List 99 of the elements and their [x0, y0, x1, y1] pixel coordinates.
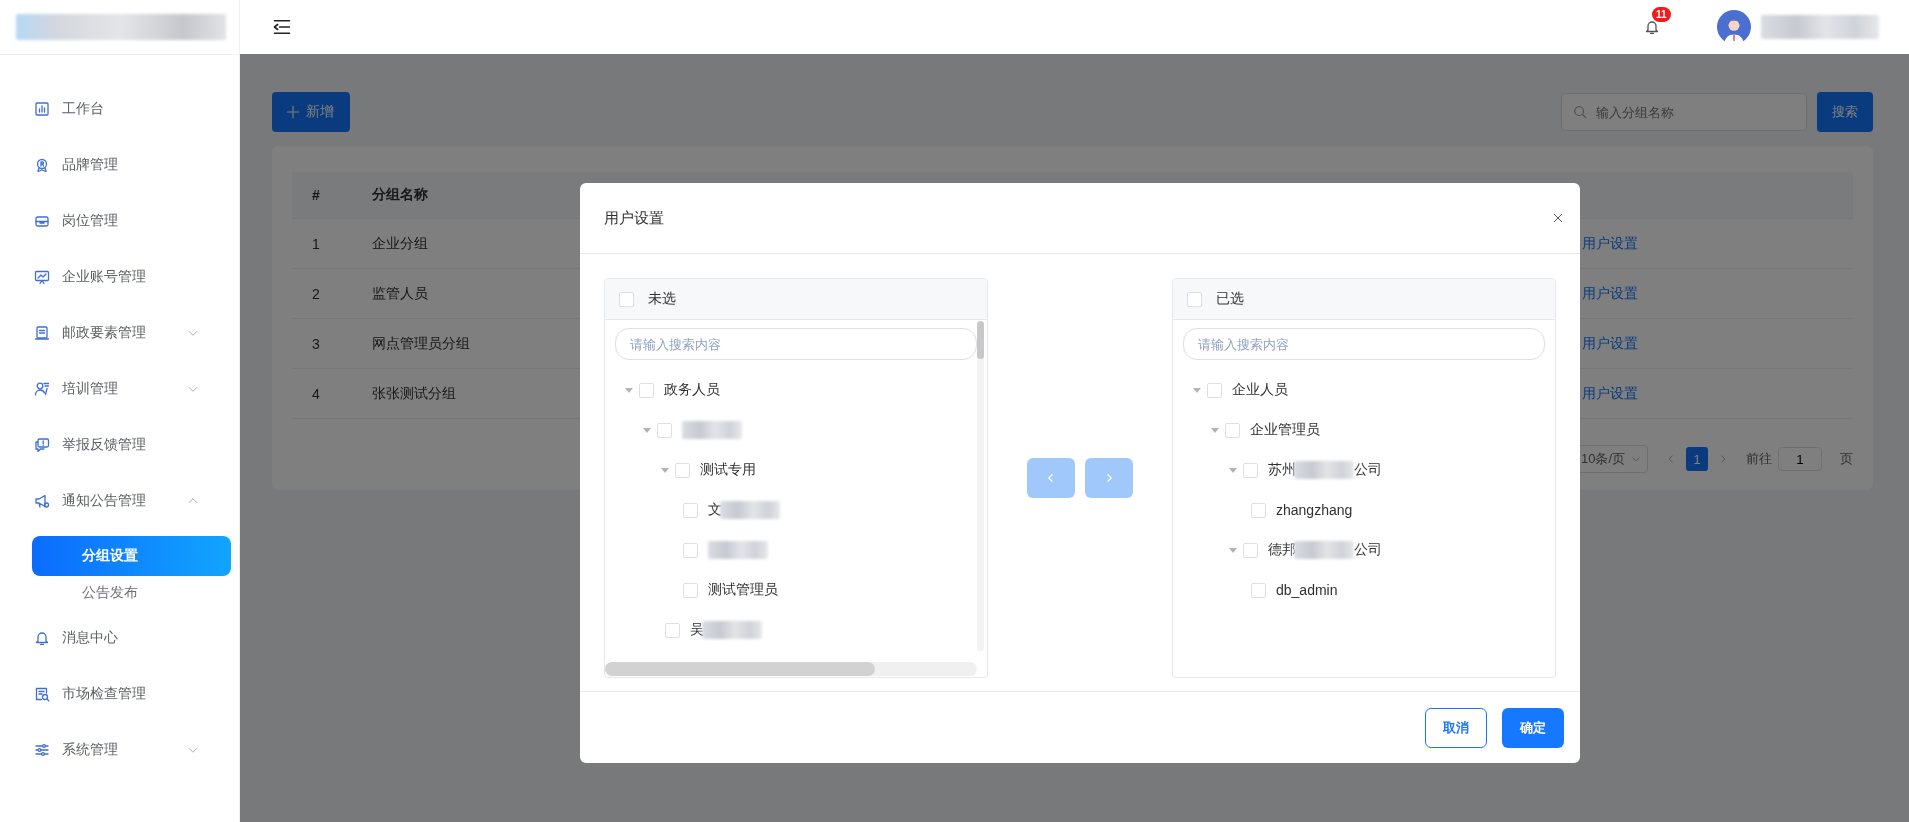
menu-item[interactable]: 消息中心	[0, 610, 239, 666]
add-button[interactable]: 新增	[272, 92, 350, 132]
table-cell: 1	[312, 235, 320, 252]
menu-item[interactable]: 岗位管理	[0, 193, 239, 249]
search-field[interactable]: 输入分组名称	[1561, 93, 1807, 131]
checkbox[interactable]	[683, 542, 698, 558]
tree-label: 吴	[690, 621, 704, 639]
search-input[interactable]: 请输入搜索内容	[1183, 328, 1545, 360]
panel-title: 未选	[648, 290, 676, 308]
table-cell: 网点管理员分组	[372, 334, 470, 351]
submenu-item[interactable]: 分组设置	[32, 536, 231, 576]
user-settings-link[interactable]: 用户设置	[1582, 334, 1638, 351]
bell-icon	[34, 630, 50, 646]
column-header: #	[311, 187, 321, 203]
table-cell: 企业分组	[372, 234, 428, 251]
table-cell: 张张测试分组	[372, 384, 456, 401]
tree-label: 文	[708, 501, 722, 519]
menu-item[interactable]: 企业账号管理	[0, 249, 239, 305]
checkbox[interactable]	[683, 502, 698, 518]
table-cell: 2	[312, 285, 320, 302]
tree-label: 公司	[1354, 461, 1382, 479]
previous-page-icon	[1666, 454, 1676, 464]
caret-icon[interactable]	[1229, 547, 1237, 553]
dialog-title: 用户设置	[604, 208, 664, 228]
table-cell: 3	[312, 335, 320, 352]
page-button[interactable]: 1	[1686, 447, 1708, 471]
table-cell: 监管人员	[372, 284, 428, 301]
person-list-icon	[34, 381, 50, 397]
search-input[interactable]: 请输入搜索内容	[615, 328, 977, 360]
menu-item[interactable]: 品牌管理	[0, 137, 239, 193]
goto-label: 前往	[1746, 450, 1772, 468]
confirm-button[interactable]: 确定	[1502, 707, 1564, 748]
chat-alert-icon	[34, 437, 50, 453]
checkbox[interactable]	[657, 422, 672, 438]
menu-item[interactable]: 培训管理	[0, 361, 239, 417]
close-icon[interactable]	[1552, 212, 1564, 224]
collapse-menu-icon	[272, 17, 292, 37]
tree-label: 德邦	[1268, 541, 1296, 559]
caret-icon[interactable]	[661, 467, 669, 473]
tree-label: 公司	[1354, 541, 1382, 559]
user-settings-link[interactable]: 用户设置	[1582, 284, 1638, 301]
checkbox[interactable]	[1243, 542, 1258, 558]
caret-icon[interactable]	[643, 427, 651, 433]
checkbox[interactable]	[1187, 291, 1202, 307]
plus-icon	[286, 105, 300, 119]
document-icon	[34, 325, 50, 341]
checkbox[interactable]	[639, 382, 654, 398]
search-icon	[1573, 105, 1587, 119]
megaphone-icon	[34, 493, 50, 509]
menu-item[interactable]: 邮政要素管理	[0, 305, 239, 361]
caret-icon[interactable]	[625, 387, 633, 393]
checkbox[interactable]	[675, 462, 690, 478]
bar-chart-icon	[34, 101, 50, 117]
tree-label: 测试专用	[700, 461, 756, 479]
caret-icon[interactable]	[1193, 387, 1201, 393]
checkbox[interactable]	[1251, 502, 1266, 518]
vertical-scrollbar[interactable]	[977, 321, 984, 651]
sliders-icon	[34, 742, 50, 758]
submenu-item[interactable]: 公告发布	[32, 576, 231, 610]
menu-item[interactable]: 市场检查管理	[0, 666, 239, 722]
column-header: 分组名称	[371, 186, 429, 204]
user-settings-link[interactable]: 用户设置	[1582, 234, 1638, 251]
panel-title: 已选	[1216, 290, 1244, 308]
drawer-icon	[34, 213, 50, 229]
monitor-chart-icon	[34, 269, 50, 285]
tree-label: db_admin	[1276, 582, 1338, 598]
checkbox[interactable]	[1251, 582, 1266, 598]
caret-icon[interactable]	[1211, 427, 1219, 433]
checkbox[interactable]	[1207, 382, 1222, 398]
search-button[interactable]: 搜索	[1817, 92, 1873, 132]
tree-label: 测试管理员	[708, 581, 778, 599]
next-page-icon	[1718, 454, 1728, 464]
tree-label: 苏州	[1268, 461, 1296, 479]
tree-label: zhangzhang	[1276, 502, 1353, 518]
notification-badge: 11	[1652, 7, 1671, 22]
checkbox[interactable]	[665, 622, 680, 638]
checkbox[interactable]	[1225, 422, 1240, 438]
menu-item[interactable]: 系统管理	[0, 722, 239, 778]
avatar-icon	[1717, 10, 1751, 44]
award-icon	[34, 157, 50, 173]
cancel-button[interactable]: 取消	[1425, 707, 1487, 748]
tree-label: 企业管理员	[1250, 421, 1320, 439]
checkbox[interactable]	[619, 291, 634, 307]
tree-label: 企业人员	[1232, 381, 1288, 399]
chevron-down-icon	[1631, 454, 1641, 464]
document-search-icon	[34, 686, 50, 702]
horizontal-scrollbar[interactable]	[605, 662, 977, 676]
table-cell: 4	[312, 385, 320, 402]
notification-bell-icon	[1644, 19, 1660, 35]
user-settings-link[interactable]: 用户设置	[1582, 384, 1638, 401]
menu-item[interactable]: 通知公告管理	[0, 473, 239, 529]
menu-item[interactable]: 举报反馈管理	[0, 417, 239, 473]
caret-icon[interactable]	[1229, 467, 1237, 473]
menu-item[interactable]: 工作台	[0, 81, 239, 137]
checkbox[interactable]	[1243, 462, 1258, 478]
tree-label: 政务人员	[664, 381, 720, 399]
page-suffix: 页	[1840, 450, 1853, 468]
page-input[interactable]: 1	[1778, 447, 1822, 471]
checkbox[interactable]	[683, 582, 698, 598]
